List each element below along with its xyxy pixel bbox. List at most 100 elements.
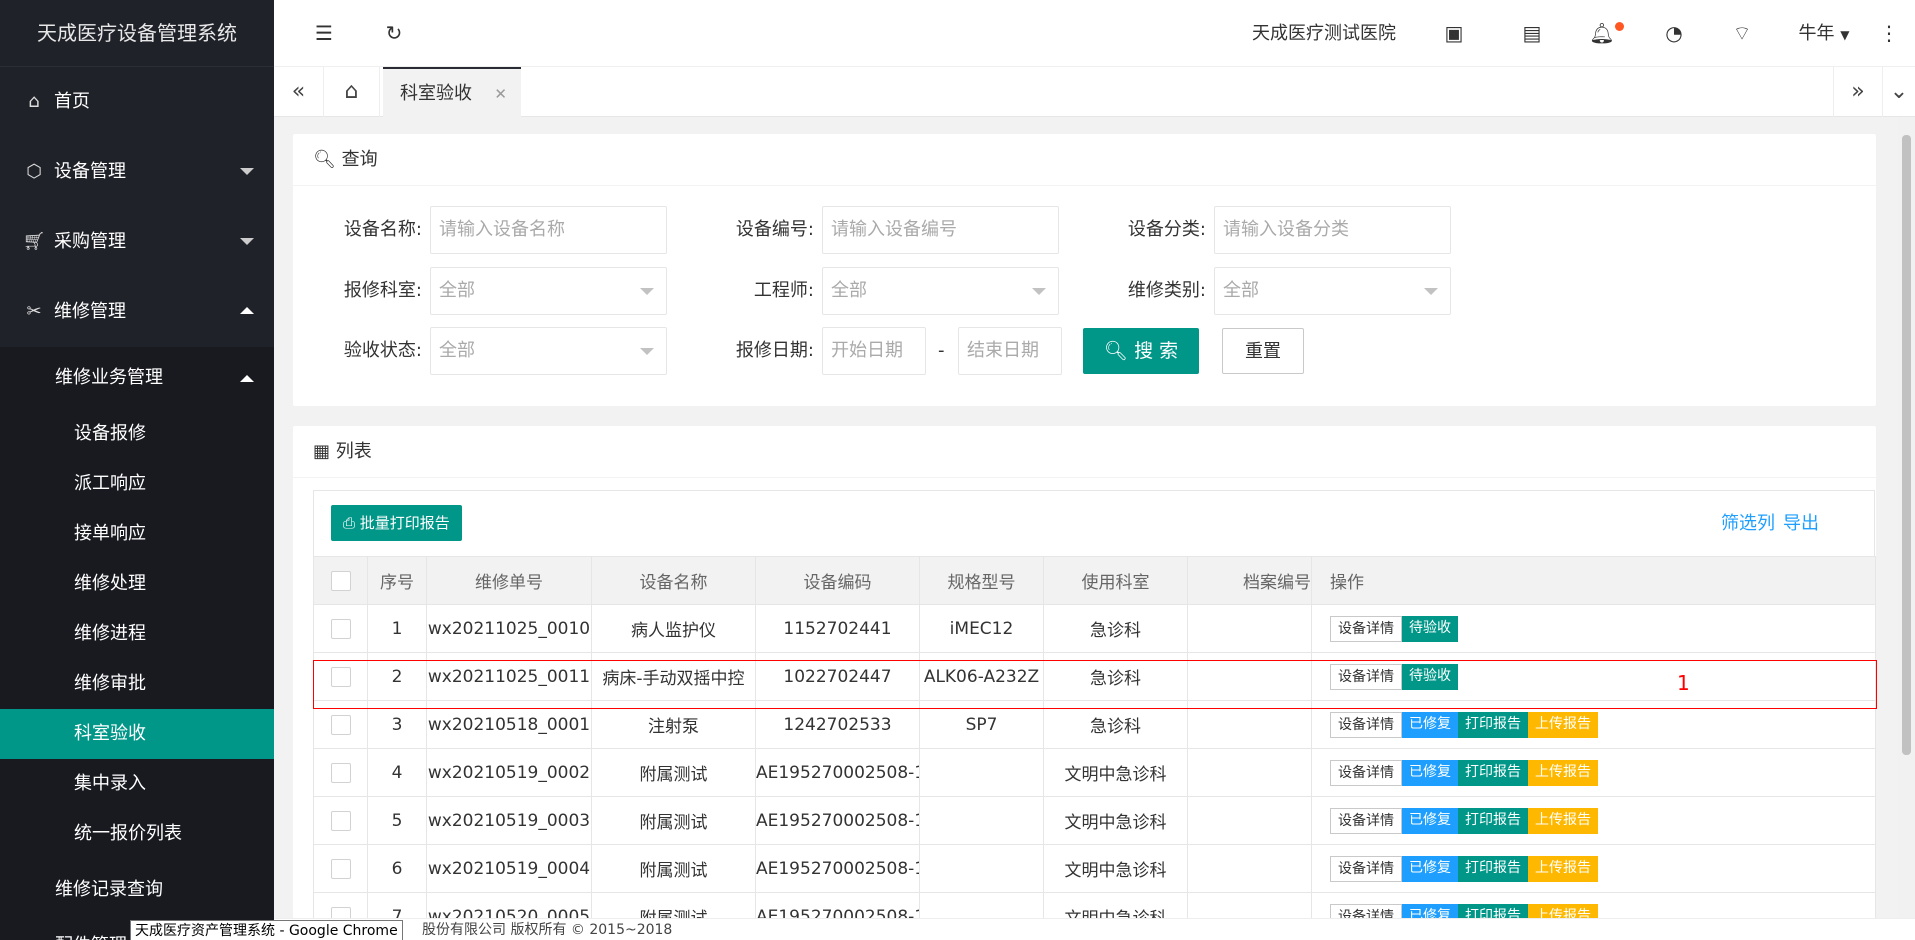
row-checkbox[interactable] [330, 858, 351, 879]
upload-report-button[interactable]: 上传报告 [1528, 807, 1598, 834]
repaired-button[interactable]: 已修复 [1402, 855, 1458, 882]
row-select-cell [313, 604, 368, 653]
print-report-button[interactable]: 打印报告 [1458, 759, 1528, 786]
row-checkbox[interactable] [330, 714, 351, 735]
nav-repair-business[interactable]: 维修业务管理 [0, 347, 274, 409]
home-tab-icon[interactable]: ⌂ [324, 67, 380, 117]
row-checkbox[interactable] [330, 666, 351, 687]
nav-sub-item[interactable]: 维修审批 [0, 659, 274, 709]
chevron-down-icon [240, 238, 254, 245]
upload-report-button[interactable]: 上传报告 [1528, 711, 1598, 738]
repaired-button[interactable]: 已修复 [1402, 759, 1458, 786]
refresh-icon[interactable]: ↻ [374, 0, 414, 67]
batch-print-button[interactable]: ⎙ 批量打印报告 [331, 505, 462, 541]
nav-purchase-mgmt[interactable]: 🛒︎ 采购管理 [0, 207, 274, 277]
engineer-select[interactable]: 全部 [822, 267, 1059, 315]
dept-select[interactable]: 全部 [430, 267, 667, 315]
row-checkbox[interactable] [330, 810, 351, 831]
select-all-checkbox[interactable] [330, 570, 351, 591]
pending-acceptance-button[interactable]: 待验收 [1402, 615, 1458, 642]
upload-report-button[interactable]: 上传报告 [1528, 759, 1598, 786]
nav-sub-item[interactable]: 集中录入 [0, 759, 274, 809]
nav-sub-item[interactable]: 派工响应 [0, 459, 274, 509]
list-card: ▦ 列表 ⎙ 批量打印报告 筛选列 导出 序号 维修单号 设备名称 设备编码 规… [293, 426, 1876, 940]
table-icon: ▦ [313, 441, 331, 462]
device-detail-button[interactable]: 设备详情 [1330, 855, 1402, 882]
engineer-select-value: 全部 [831, 280, 867, 301]
repair-type-select[interactable]: 全部 [1214, 267, 1451, 315]
close-icon[interactable]: ✕ [494, 69, 507, 119]
tab-dept-acceptance[interactable]: 科室验收 ✕ [383, 67, 521, 117]
chevron-down-icon [240, 168, 254, 175]
start-date-input[interactable]: 开始日期 [822, 327, 926, 375]
device-detail-button[interactable]: 设备详情 [1330, 807, 1402, 834]
cell-model: SP7 [919, 700, 1044, 749]
cell-no: 2 [367, 652, 427, 701]
bell-icon[interactable]: 🔔︎ [1582, 0, 1622, 67]
device-category-label: 设备分类: [1127, 219, 1206, 240]
col-header: 设备编码 [755, 556, 920, 605]
upload-report-button[interactable]: 上传报告 [1528, 855, 1598, 882]
nav-sub-item-active[interactable]: 科室验收 [0, 709, 274, 759]
cell-name: 病人监护仪 [591, 604, 756, 653]
nav-sub-item[interactable]: 接单响应 [0, 509, 274, 559]
presentation-icon[interactable]: ▣ [1434, 0, 1474, 67]
export-link[interactable]: 导出 [1783, 491, 1819, 557]
device-code-input[interactable]: 请输入设备编号 [822, 206, 1059, 254]
nav-repair-mgmt[interactable]: ✂ 维修管理 [0, 277, 274, 347]
more-vertical-icon[interactable]: ⋮ [1874, 0, 1904, 67]
device-detail-button[interactable]: 设备详情 [1330, 663, 1402, 690]
repair-table: 序号 维修单号 设备名称 设备编码 规格型号 使用科室 档案编号 操作 1 wx2… [313, 556, 1876, 940]
search-button[interactable]: 🔍︎ 搜 索 [1083, 328, 1199, 374]
device-name-input[interactable]: 请输入设备名称 [430, 206, 667, 254]
device-category-input[interactable]: 请输入设备分类 [1214, 206, 1451, 254]
nav-repair-record[interactable]: 维修记录查询 [0, 859, 274, 921]
date-separator: - [938, 340, 945, 361]
user-menu[interactable]: 牛年 ▼ [1784, 0, 1864, 67]
reset-button[interactable]: 重置 [1222, 328, 1304, 374]
cell-order: wx20210518_0001 [426, 700, 592, 749]
nav-sub-item[interactable]: 统一报价列表 [0, 809, 274, 859]
nav-sub-item[interactable]: 维修进程 [0, 609, 274, 659]
printer-icon: ⎙ [343, 514, 356, 532]
tabs-scroll-left-icon[interactable]: « [274, 67, 324, 117]
print-report-button[interactable]: 打印报告 [1458, 711, 1528, 738]
device-detail-button[interactable]: 设备详情 [1330, 711, 1402, 738]
nav-device-mgmt[interactable]: ⬡ 设备管理 [0, 137, 274, 207]
scrollbar-thumb[interactable] [1902, 135, 1911, 755]
table-toolbar: ⎙ 批量打印报告 筛选列 导出 [313, 490, 1875, 556]
palette-icon[interactable]: ◔ [1654, 0, 1694, 67]
document-icon[interactable]: ▤ [1512, 0, 1552, 67]
repaired-button[interactable]: 已修复 [1402, 711, 1458, 738]
pending-acceptance-button[interactable]: 待验收 [1402, 663, 1458, 690]
cart-icon: 🛒︎ [22, 231, 46, 252]
row-checkbox[interactable] [330, 762, 351, 783]
window-tooltip: 天成医疗资产管理系统 - Google Chrome [130, 920, 403, 940]
tabs-dropdown-icon[interactable]: ⌄ [1883, 67, 1915, 117]
device-detail-button[interactable]: 设备详情 [1330, 759, 1402, 786]
cell-name: 附属测试 [591, 844, 756, 893]
device-detail-button[interactable]: 设备详情 [1330, 615, 1402, 642]
home-icon: ⌂ [28, 91, 40, 112]
print-report-button[interactable]: 打印报告 [1458, 807, 1528, 834]
end-date-input[interactable]: 结束日期 [958, 327, 1062, 375]
status-select[interactable]: 全部 [430, 327, 667, 375]
menu-toggle-icon[interactable]: ☰ [304, 0, 344, 67]
row-checkbox[interactable] [330, 618, 351, 639]
status-select-value: 全部 [439, 340, 475, 361]
print-report-button[interactable]: 打印报告 [1458, 855, 1528, 882]
cell-dept: 急诊科 [1043, 652, 1188, 701]
tabs-scroll-right-icon[interactable]: » [1833, 67, 1883, 117]
repair-type-label: 维修类别: [1127, 280, 1206, 301]
nav-home[interactable]: ⌂ 首页 [0, 67, 274, 137]
nav-sub-item[interactable]: 维修处理 [0, 559, 274, 609]
cell-code: 1152702441 [755, 604, 920, 653]
cell-archive [1187, 604, 1312, 653]
repaired-button[interactable]: 已修复 [1402, 807, 1458, 834]
filter-columns-link[interactable]: 筛选列 [1721, 491, 1775, 557]
cell-archive [1187, 652, 1312, 701]
nav-sub-item[interactable]: 设备报修 [0, 409, 274, 459]
table-header-row: 序号 维修单号 设备名称 设备编码 规格型号 使用科室 档案编号 操作 [313, 556, 1876, 605]
tag-icon[interactable]: ⌔ [1722, 0, 1762, 67]
cell-archive [1187, 796, 1312, 845]
